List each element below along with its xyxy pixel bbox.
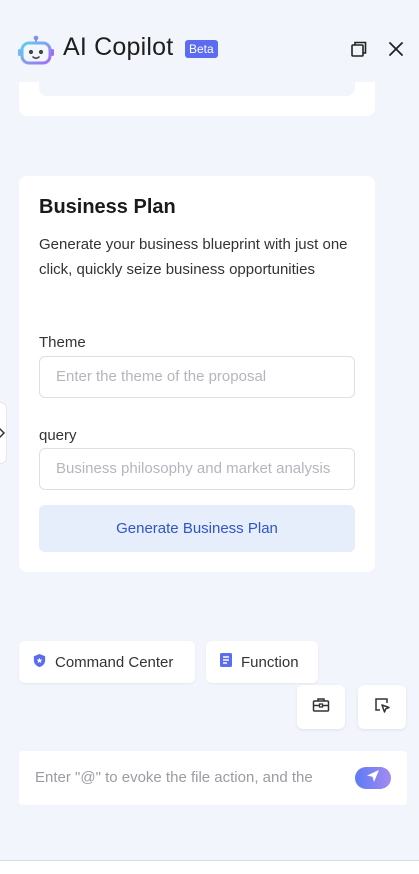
command-center-button[interactable]: Command Center xyxy=(19,641,195,683)
previous-card xyxy=(19,82,375,116)
generate-business-plan-button[interactable]: Generate Business Plan xyxy=(39,505,355,552)
toolbox-button[interactable] xyxy=(297,685,345,729)
card-description: Generate your business blueprint with ju… xyxy=(39,236,348,278)
toolbox-icon xyxy=(312,697,330,718)
previous-card-field xyxy=(39,82,355,96)
pointer-select-icon xyxy=(373,696,391,719)
theme-placeholder: Enter the theme of the proposal xyxy=(56,368,267,385)
robot-logo-icon xyxy=(18,35,54,65)
theme-label: Theme xyxy=(39,334,86,351)
document-icon xyxy=(219,652,241,672)
query-label: query xyxy=(39,427,77,444)
bottom-edge xyxy=(0,860,419,874)
card-title: Business Plan xyxy=(39,196,176,218)
beta-badge: Beta xyxy=(185,40,218,58)
chat-input-bar: Enter "@" to evoke the file action, and … xyxy=(19,751,407,805)
query-input[interactable]: Business philosophy and market analysis xyxy=(39,448,355,490)
send-button[interactable] xyxy=(355,767,391,789)
header: AI Copilot Beta xyxy=(0,0,419,90)
theme-input[interactable]: Enter the theme of the proposal xyxy=(39,356,355,398)
query-placeholder: Business philosophy and market analysis xyxy=(56,460,331,477)
sidebar-toggle[interactable] xyxy=(0,402,7,464)
function-button[interactable]: Function xyxy=(206,641,318,683)
command-center-label: Command Center xyxy=(55,653,174,671)
function-label: Function xyxy=(241,653,299,671)
popout-window-icon[interactable] xyxy=(348,38,370,60)
close-icon[interactable] xyxy=(385,38,407,60)
business-plan-card: Business Plan Generate your business blu… xyxy=(19,176,375,572)
select-tool-button[interactable] xyxy=(358,685,406,729)
shield-star-icon xyxy=(32,653,55,672)
chat-input[interactable]: Enter "@" to evoke the file action, and … xyxy=(35,751,335,805)
app-title: AI Copilot xyxy=(63,33,174,61)
send-icon xyxy=(366,769,380,788)
